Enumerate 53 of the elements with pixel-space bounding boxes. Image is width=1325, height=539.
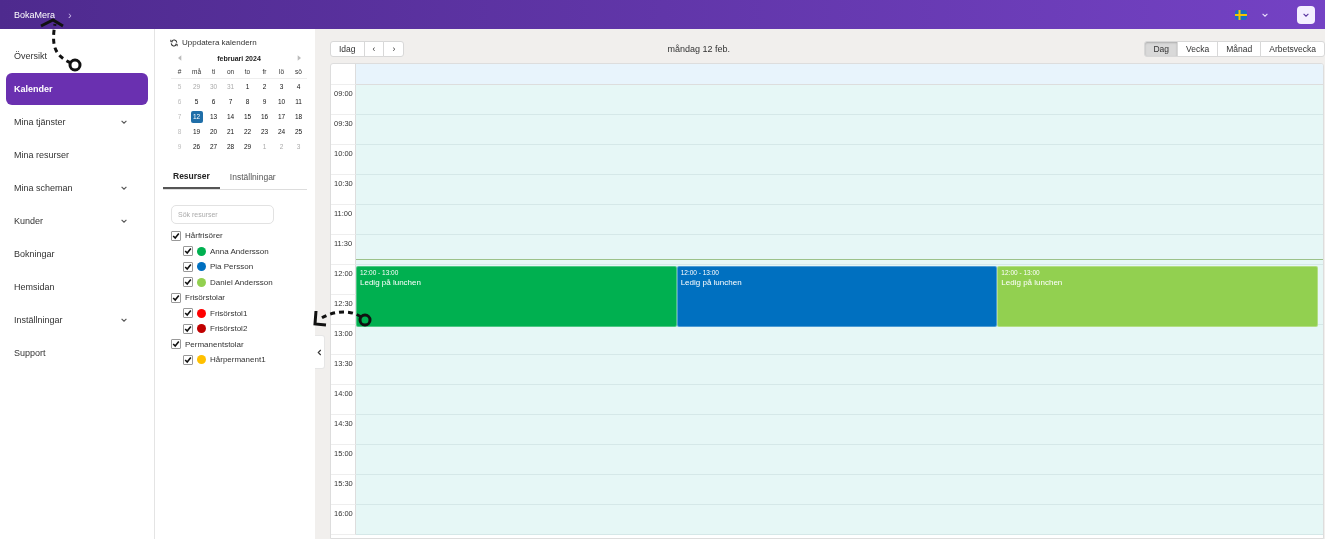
user-menu-button[interactable]	[1297, 5, 1315, 24]
resource-label: Anna Andersson	[210, 246, 269, 256]
view-button[interactable]: Månad	[1217, 41, 1262, 57]
sidebar-item[interactable]: Support	[6, 337, 148, 369]
chevron-down-icon[interactable]	[120, 217, 128, 225]
refresh-icon[interactable]	[170, 38, 178, 47]
chevron-down-icon[interactable]	[120, 184, 128, 192]
sidebar-item[interactable]: Bokningar	[6, 238, 148, 270]
resource-group-label: Permanentstolar	[185, 339, 244, 349]
view-button[interactable]: Vecka	[1177, 41, 1219, 57]
resource-label: Frisörstol2	[210, 324, 248, 334]
resource-label: Daniel Andersson	[210, 277, 273, 287]
view-button[interactable]: Dag	[1144, 41, 1179, 57]
checkbox[interactable]	[183, 246, 193, 257]
chevron-left-icon	[317, 348, 322, 356]
next-button[interactable]: ›	[383, 41, 405, 57]
flag-icon[interactable]	[1235, 9, 1247, 20]
time-slot[interactable]	[356, 325, 1323, 355]
checkbox[interactable]	[183, 261, 193, 272]
view-button[interactable]: Arbetsvecka	[1260, 41, 1325, 57]
checkbox[interactable]	[171, 339, 181, 350]
resource-group-label: Frisörstolar	[185, 293, 225, 303]
sidebar-item[interactable]: Kunder	[6, 205, 148, 237]
breadcrumb-separator: ›	[68, 8, 72, 21]
checkbox[interactable]	[183, 308, 193, 319]
event-title: Ledig på lunchen	[1001, 278, 1063, 287]
sidebar-item[interactable]: Mina resurser	[6, 139, 148, 171]
checkbox[interactable]	[183, 323, 193, 334]
event-title: Ledig på lunchen	[360, 278, 421, 287]
sidebar-item[interactable]: Översikt	[6, 40, 148, 72]
chevron-down-icon[interactable]	[120, 316, 128, 324]
sidebar-item[interactable]: Mina scheman	[6, 172, 148, 204]
panel-tab[interactable]: Resurser	[163, 166, 220, 189]
panel-tab[interactable]: Inställningar	[219, 166, 286, 189]
checkbox[interactable]	[183, 354, 193, 365]
sidebar-item[interactable]: Hemsidan	[6, 271, 148, 303]
collapse-panel-button[interactable]	[315, 335, 325, 369]
event-title: Ledig på lunchen	[680, 278, 742, 287]
date-title: måndag 12 feb.	[666, 44, 732, 54]
resource-label: Hårpermanent1	[210, 355, 266, 365]
sidebar-item[interactable]: Kalender	[6, 73, 148, 105]
sidebar-item[interactable]: Inställningar	[6, 304, 148, 336]
checkbox[interactable]	[183, 277, 193, 288]
checkbox[interactable]	[171, 292, 181, 303]
chevron-down-icon[interactable]	[120, 118, 128, 126]
resource-label: Frisörstol1	[210, 308, 248, 318]
sidebar-item[interactable]: Mina tjänster	[6, 106, 148, 138]
resource-label: Pia Persson	[210, 262, 254, 272]
resource-group-label: Hårfrisörer	[185, 231, 223, 241]
today-button[interactable]: Idag	[330, 41, 365, 57]
checkbox[interactable]	[171, 230, 181, 241]
refresh-link[interactable]: Uppdatera kalendern	[182, 38, 257, 47]
brand-logo[interactable]: BokaMera	[14, 9, 56, 20]
